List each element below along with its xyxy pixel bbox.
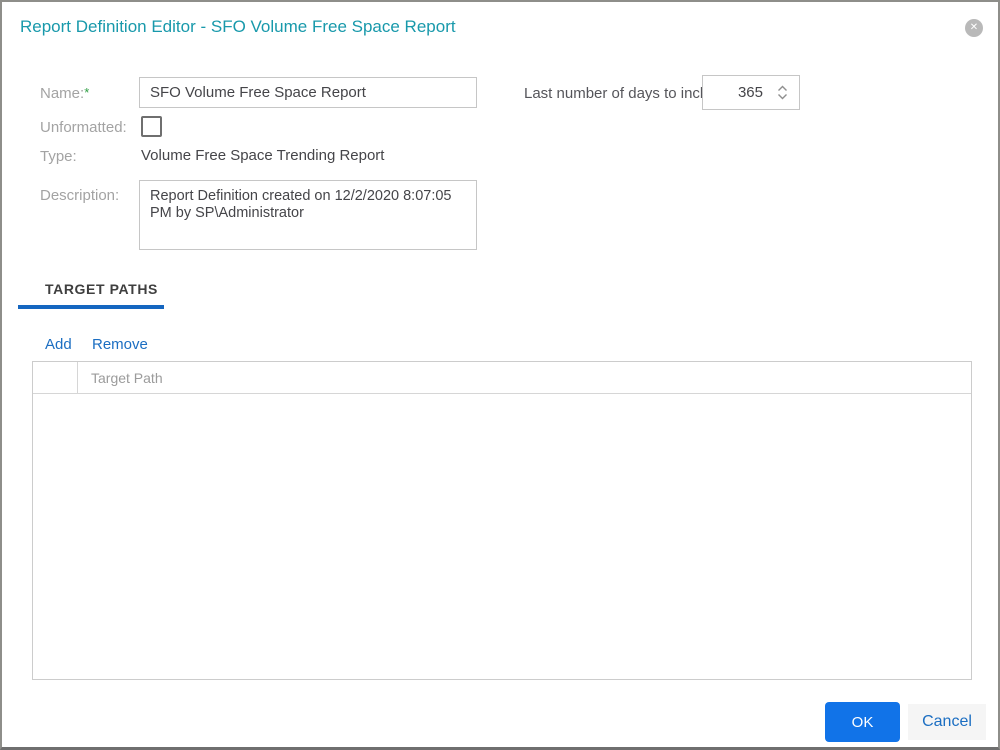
- target-paths-table: Target Path: [32, 361, 972, 680]
- remove-button[interactable]: Remove: [92, 336, 148, 353]
- days-label: Last number of days to include: [524, 85, 729, 102]
- required-asterisk: *: [84, 85, 90, 100]
- table-header-select-column: [33, 362, 78, 394]
- ok-button[interactable]: OK: [825, 702, 900, 742]
- tab-target-paths[interactable]: TARGET PATHS: [45, 281, 158, 297]
- name-input[interactable]: [139, 77, 477, 108]
- table-body-empty[interactable]: [33, 395, 971, 679]
- description-textarea[interactable]: Report Definition created on 12/2/2020 8…: [139, 180, 477, 250]
- description-label: Description:: [40, 187, 120, 204]
- table-header-target-path[interactable]: Target Path: [78, 362, 163, 394]
- add-button[interactable]: Add: [45, 336, 72, 353]
- cancel-button[interactable]: Cancel: [908, 704, 986, 740]
- table-header-row: Target Path: [33, 362, 971, 394]
- dialog-title: Report Definition Editor - SFO Volume Fr…: [20, 17, 456, 36]
- type-value: Volume Free Space Trending Report: [141, 147, 385, 164]
- type-label: Type:: [40, 148, 77, 165]
- spinner-updown-icon[interactable]: [776, 84, 789, 106]
- active-tab-indicator: [18, 305, 164, 309]
- days-spinner[interactable]: [702, 75, 800, 110]
- unformatted-checkbox[interactable]: [141, 116, 162, 137]
- close-icon[interactable]: ✕: [965, 19, 983, 37]
- name-label: Name:*: [40, 85, 90, 102]
- unformatted-label: Unformatted:: [40, 119, 127, 136]
- report-definition-editor-dialog: Report Definition Editor - SFO Volume Fr…: [0, 0, 1000, 750]
